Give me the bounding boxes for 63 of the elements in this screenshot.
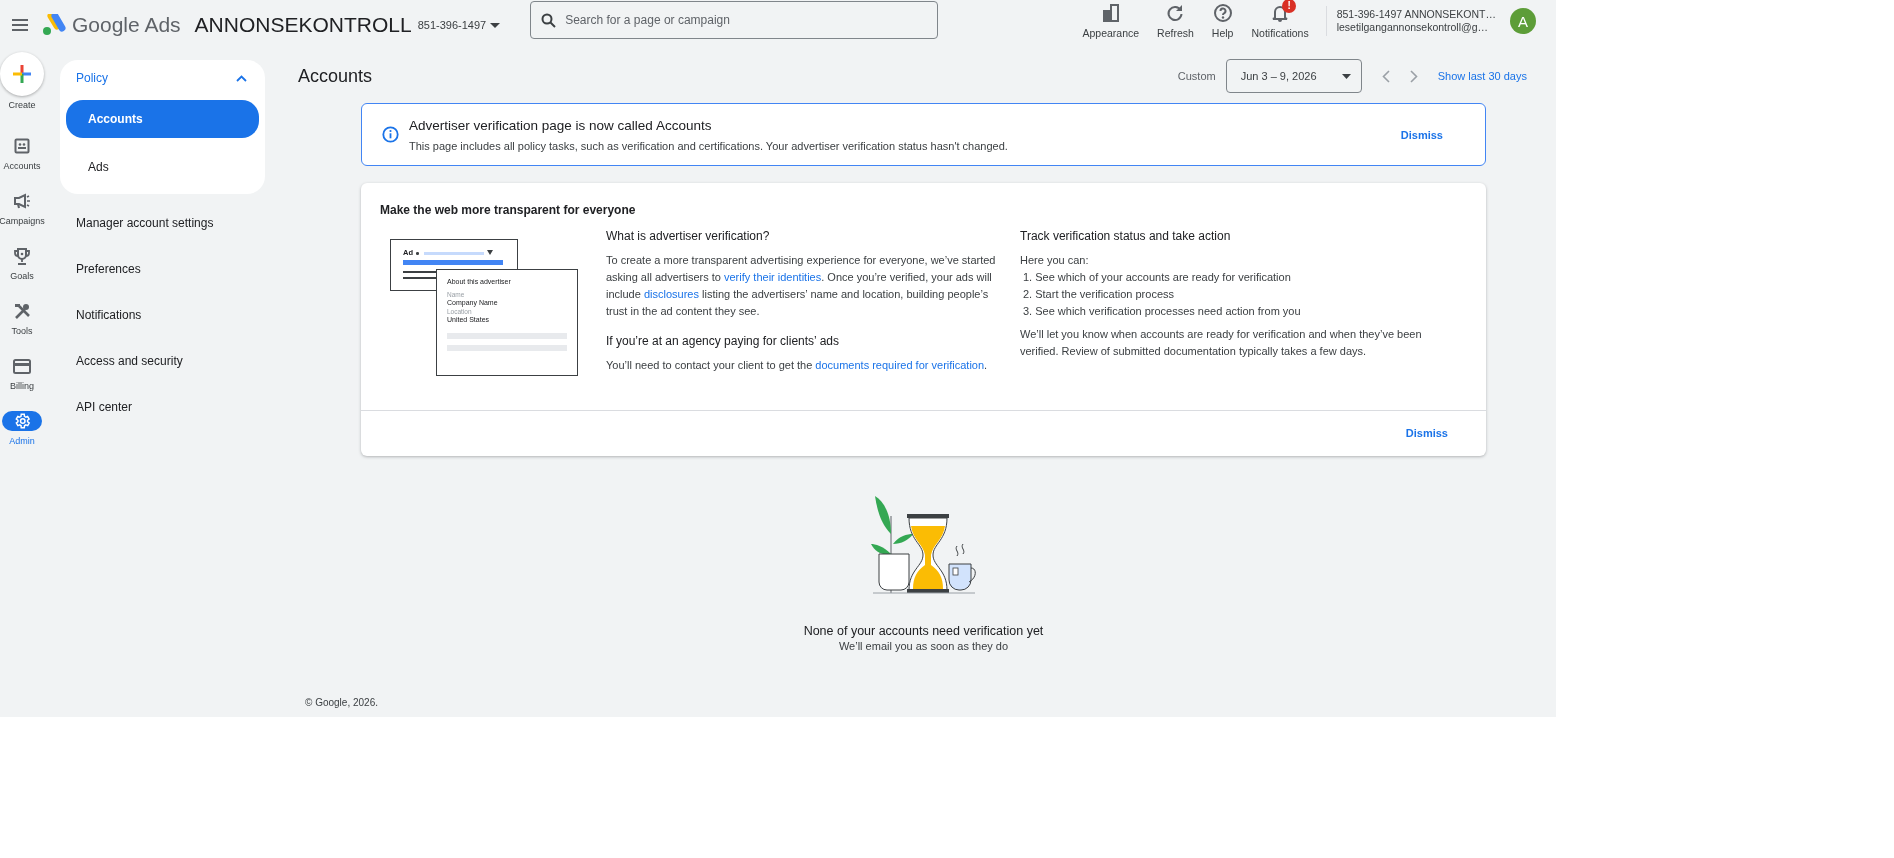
caret-icon xyxy=(487,250,493,255)
intro-text: Here you can: xyxy=(1020,254,1089,266)
dropdown-caret-icon[interactable] xyxy=(490,22,501,28)
building-icon xyxy=(1100,3,1121,23)
show-last-30-days-link[interactable]: Show last 30 days xyxy=(1437,70,1527,82)
section-text: You’ll need to contact your client to get the documents required for verification. xyxy=(606,358,989,373)
card-icon xyxy=(13,358,31,374)
nav-item[interactable]: Access and security xyxy=(60,338,265,384)
nav-item[interactable]: Ads xyxy=(66,148,259,186)
section-heading: What is advertiser verification? xyxy=(606,229,771,244)
card-heading: Make the web more transparent for everyone xyxy=(379,202,637,217)
section-heading: If you’re at an agency paying for clients’ ads xyxy=(606,334,841,349)
tools-icon xyxy=(13,302,31,320)
dropdown-caret-icon xyxy=(1341,73,1351,79)
account-name: ANNONSEKONTROLL xyxy=(194,13,412,37)
policy-section-header[interactable]: Policy xyxy=(66,60,259,96)
search-field[interactable]: Search for a page or campaign xyxy=(530,1,939,39)
rail-item[interactable]: Accounts xyxy=(0,136,44,171)
help-button[interactable]: Help xyxy=(1202,3,1243,39)
rail-item[interactable]: Tools xyxy=(0,301,44,336)
rail-item[interactable]: Goals xyxy=(0,246,44,281)
notification-badge: ! xyxy=(1282,0,1297,13)
user-email: lesetilgangannonsekontroll@g… xyxy=(1336,21,1489,34)
megaphone-icon xyxy=(13,193,31,209)
settings-icon xyxy=(13,412,31,430)
banner-text: This page includes all policy tasks, such as verification and certifications. Your advertiser verification status hasn't changed. xyxy=(409,139,1009,152)
dismiss-button[interactable]: Dismiss xyxy=(1396,124,1447,145)
nav-item[interactable]: Preferences xyxy=(60,246,265,292)
date-range-dropdown[interactable]: Jun 3 – 9, 2026 xyxy=(1225,59,1362,93)
empty-state-title: None of your accounts need verification yet xyxy=(803,624,1044,638)
empty-state-subtitle: We’ll email you as soon as they do xyxy=(838,640,1009,652)
appearance-button[interactable]: Appearance xyxy=(1073,3,1149,39)
rail-item[interactable]: Billing xyxy=(0,356,44,391)
notifications-button[interactable]: ! Notifications xyxy=(1242,3,1318,39)
nav-item[interactable]: Manager account settings xyxy=(60,200,265,246)
step-text: 1. See which of your accounts are ready for verification xyxy=(1023,270,1292,285)
menu-icon[interactable] xyxy=(12,19,28,31)
section-heading: Track verification status and take action xyxy=(1020,229,1232,244)
copyright-text: © Google, 2026. xyxy=(305,697,379,708)
accounts-icon xyxy=(14,138,30,154)
nav-item[interactable]: Accounts xyxy=(66,100,259,138)
account-id: 851-396-1497 xyxy=(417,19,487,31)
dismiss-button[interactable]: Dismiss xyxy=(1401,423,1452,443)
section-text: To create a more transparent advertising experience for everyone, we’ve started asking all advertisers to verify their identities. Once you’re verified, your ads will include disclosures listing the advertisers’ name and location, building people’s trust in the ad content they see. xyxy=(606,253,997,319)
account-label: 851-396-1497 ANNONSEKONT… xyxy=(1336,8,1496,21)
rail-item[interactable]: Campaigns xyxy=(0,191,44,226)
logo-icon xyxy=(42,14,66,36)
trophy-icon xyxy=(14,247,30,265)
nav-item[interactable]: Notifications xyxy=(60,292,265,338)
refresh-button[interactable]: Refresh xyxy=(1148,3,1203,39)
plus-icon xyxy=(13,65,31,83)
section-text: We’ll let you know when accounts are ready for verification and when they’ve been verified. Review of submitted documentation typically takes a few days. xyxy=(1020,327,1423,359)
search-icon xyxy=(541,13,557,28)
nav-item[interactable]: API center xyxy=(60,384,265,430)
banner-title: Advertiser verification page is now called Accounts xyxy=(409,117,713,133)
step-text: 3. See which verification processes need action from you xyxy=(1023,304,1302,319)
date-range-label: Custom xyxy=(1177,70,1216,82)
step-text: 2. Start the verification process xyxy=(1023,287,1175,302)
help-icon xyxy=(1212,3,1233,23)
text-link[interactable]: disclosures xyxy=(643,288,699,300)
app-name: Google Ads xyxy=(72,13,181,37)
info-icon xyxy=(382,126,399,143)
page-title: Accounts xyxy=(298,65,373,87)
